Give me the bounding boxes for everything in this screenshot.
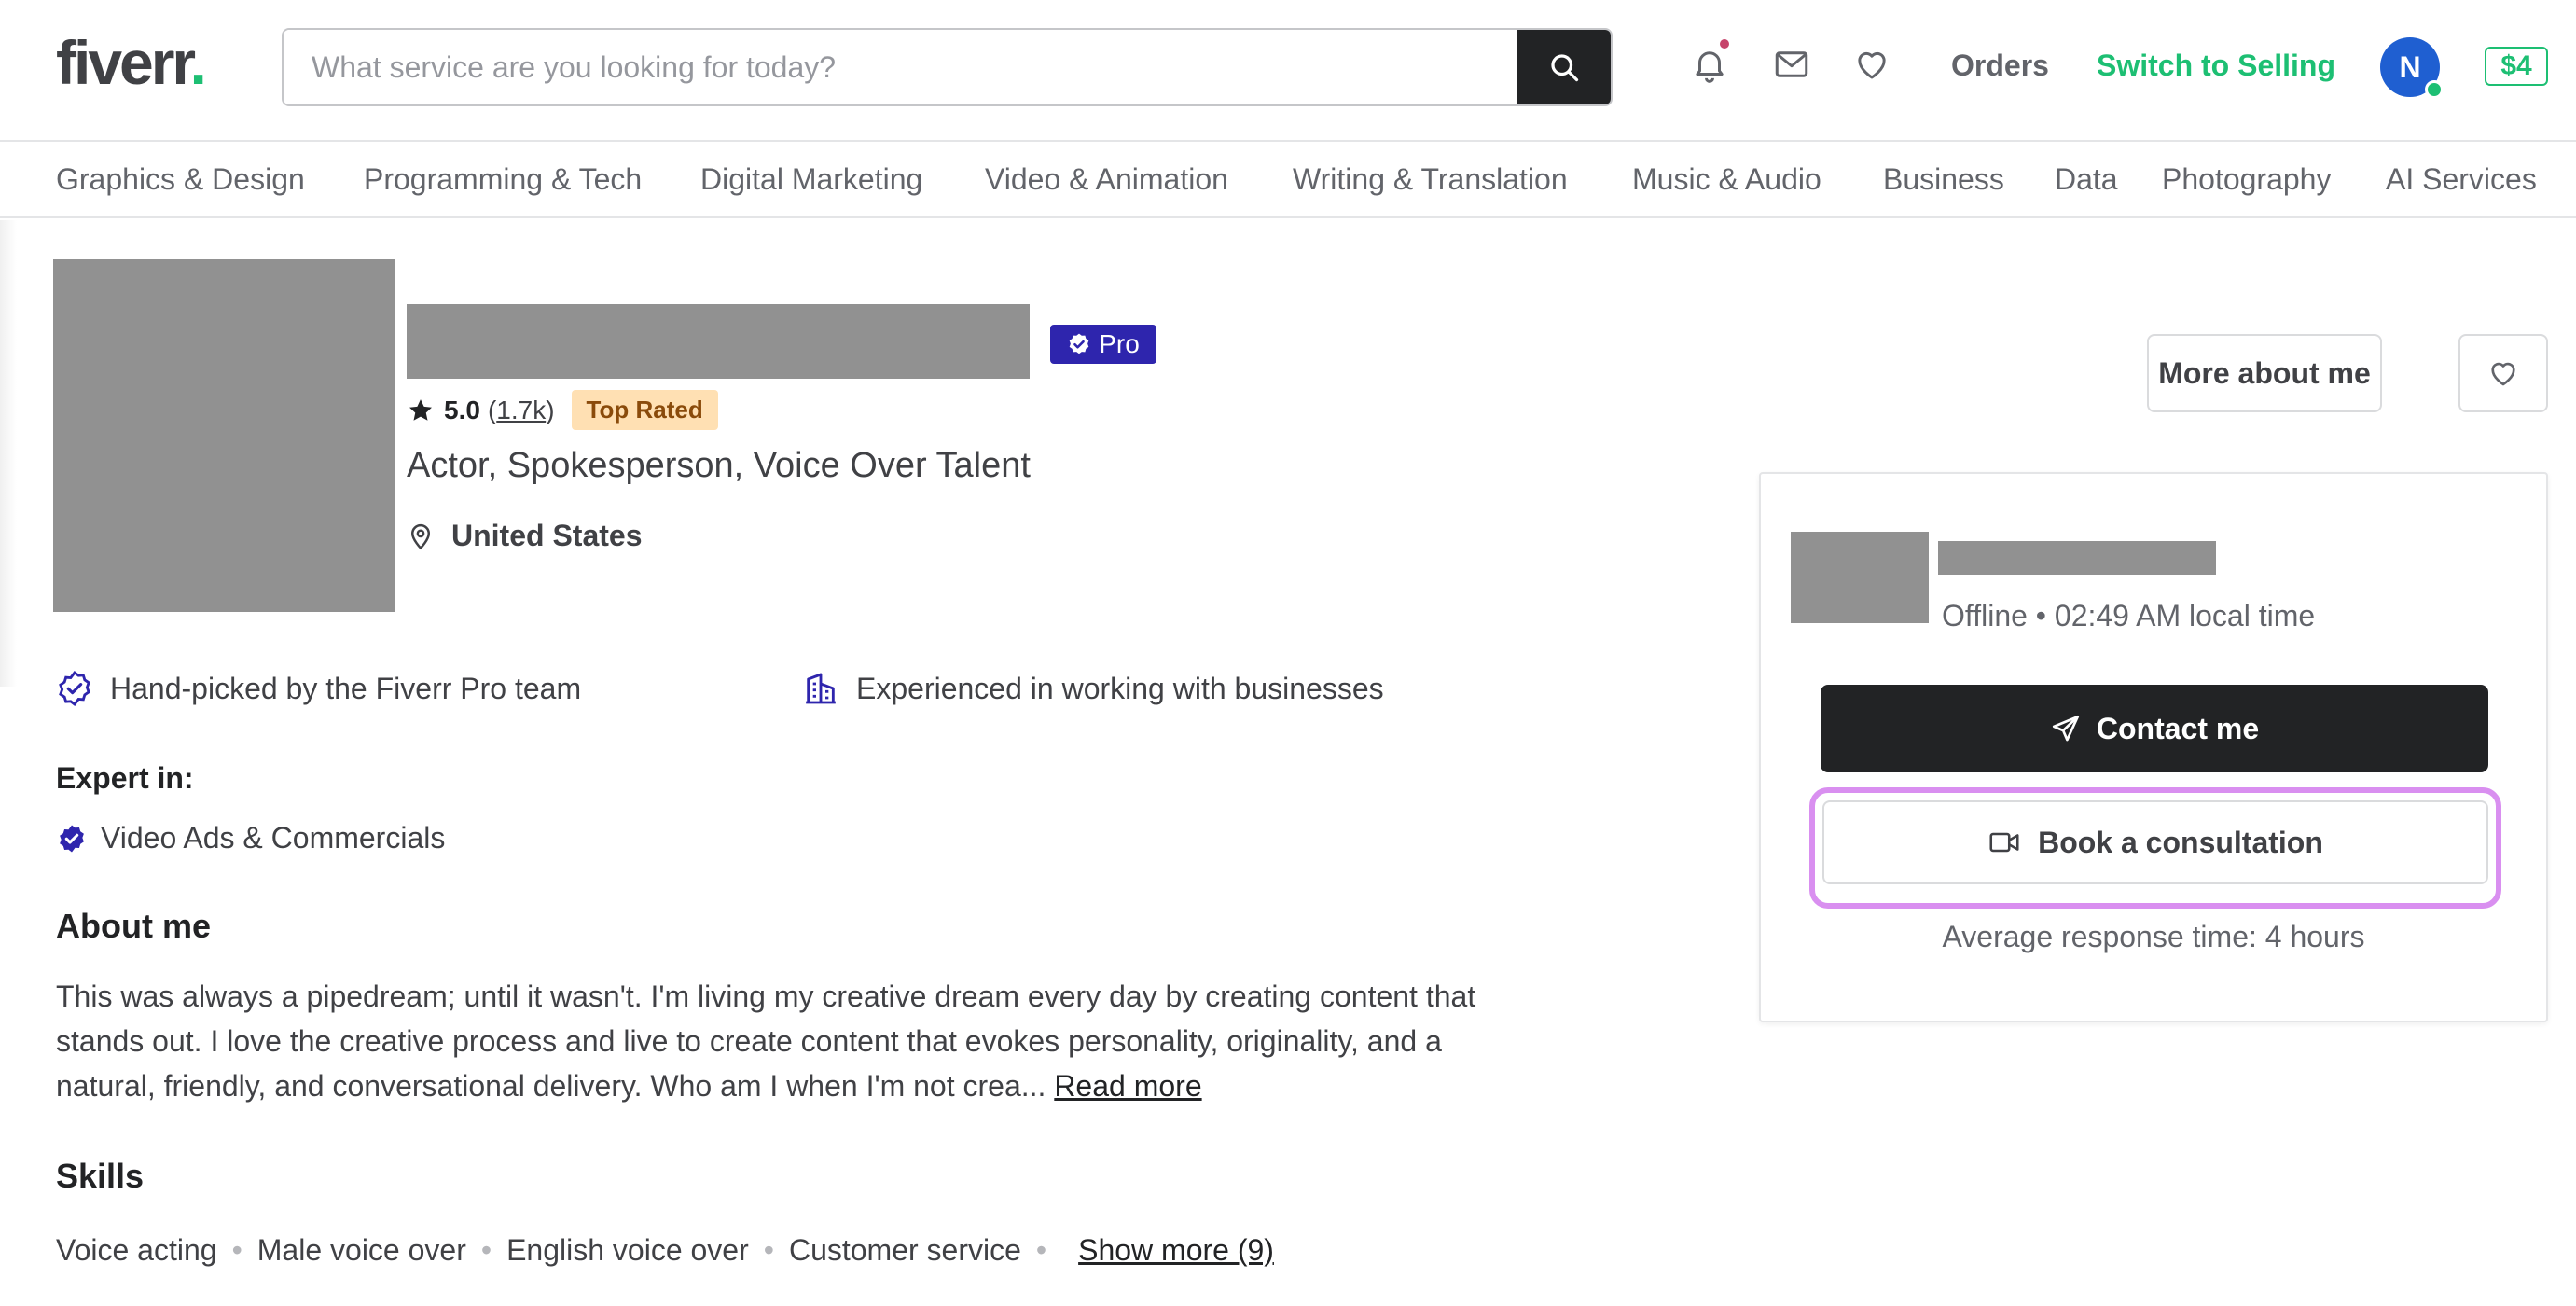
category-business[interactable]: Business [1883, 162, 2004, 197]
star-icon [409, 398, 432, 421]
skill-tag[interactable]: Voice acting [56, 1233, 217, 1268]
category-photography[interactable]: Photography [2162, 162, 2331, 197]
video-camera-icon [1989, 832, 2019, 853]
skills-title: Skills [56, 1157, 145, 1195]
envelope-icon [1775, 51, 1808, 77]
seller-location: United States [407, 519, 642, 553]
skill-tag[interactable]: Male voice over [257, 1233, 466, 1268]
verified-badge-icon [60, 825, 84, 852]
online-status-dot [2425, 80, 2444, 99]
verified-check-icon [1069, 333, 1089, 354]
top-header: fiverr. Orders Switch to Selling N $4 [0, 0, 2576, 142]
seller-tagline: Actor, Spokesperson, Voice Over Talent [407, 446, 1031, 485]
about-me-title: About me [56, 907, 211, 945]
skills-list: Voice acting • Male voice over • English v… [56, 1233, 1274, 1268]
seller-name-redacted [407, 304, 1030, 379]
messages-button[interactable] [1770, 43, 1813, 86]
favorites-button[interactable] [1850, 43, 1893, 86]
pro-verified-outline-icon [59, 671, 90, 706]
search-bar [282, 28, 1613, 106]
seller-name-redacted [1938, 541, 2216, 575]
category-graphics-design[interactable]: Graphics & Design [56, 162, 305, 197]
category-video-animation[interactable]: Video & Animation [985, 162, 1228, 197]
switch-to-selling-link[interactable]: Switch to Selling [2097, 49, 2335, 83]
feature-business-experience: Experienced in working with businesses [802, 670, 1384, 707]
rating-score: 5.0 [444, 395, 480, 424]
pro-badge[interactable]: Pro [1050, 325, 1156, 364]
reviews-count[interactable]: (1.7k) [488, 396, 555, 425]
page-edge-shadow [0, 220, 17, 687]
seller-avatar-redacted [1791, 532, 1929, 623]
category-data[interactable]: Data [2055, 162, 2118, 197]
heart-icon [2491, 362, 2515, 386]
notification-dot [1720, 39, 1729, 49]
average-response-time: Average response time: 4 hours [1942, 920, 2365, 953]
expert-in-item: Video Ads & Commercials [56, 821, 445, 855]
notifications-button[interactable] [1688, 39, 1731, 86]
fiverr-logo[interactable]: fiverr. [56, 32, 207, 93]
contact-card: Offline • 02:49 AM local time Contact me… [1759, 472, 2548, 1022]
category-writing-translation[interactable]: Writing & Translation [1293, 162, 1568, 197]
rating-row: 5.0 (1.7k) Top Rated [407, 390, 718, 430]
more-about-me-button[interactable]: More about me [2147, 334, 2382, 412]
skill-tag[interactable]: Customer service [789, 1233, 1021, 1268]
contact-me-button[interactable]: Contact me [1821, 685, 2488, 772]
category-programming-tech[interactable]: Programming & Tech [364, 162, 642, 197]
orders-link[interactable]: Orders [1951, 49, 2049, 83]
profile-photo-redacted [53, 259, 395, 612]
map-pin-icon [410, 523, 431, 549]
category-digital-marketing[interactable]: Digital Marketing [700, 162, 922, 197]
show-more-skills-link[interactable]: Show more (9) [1078, 1233, 1274, 1268]
search-button[interactable] [1517, 30, 1611, 104]
bell-icon [1696, 51, 1724, 83]
expert-in-title: Expert in: [56, 761, 194, 795]
category-ai-services[interactable]: AI Services [2386, 162, 2537, 197]
building-icon [806, 673, 836, 704]
category-music-audio[interactable]: Music & Audio [1632, 162, 1821, 197]
save-seller-button[interactable] [2458, 334, 2548, 412]
seller-status: Offline • 02:49 AM local time [1942, 599, 2316, 632]
search-input[interactable] [284, 30, 1517, 104]
feature-hand-picked: Hand-picked by the Fiverr Pro team [56, 670, 581, 707]
skill-tag[interactable]: English voice over [506, 1233, 749, 1268]
send-icon [2052, 715, 2079, 742]
user-avatar[interactable]: N [2380, 37, 2444, 99]
heart-icon [1858, 51, 1886, 79]
pro-label: Pro [1099, 329, 1140, 358]
book-consultation-button[interactable]: Book a consultation [1822, 800, 2488, 884]
top-rated-badge: Top Rated [571, 390, 718, 430]
balance-badge[interactable]: $4 [2485, 47, 2548, 86]
read-more-link[interactable]: Read more [1054, 1069, 1201, 1103]
about-me-text: This was always a pipedream; until it wa… [56, 980, 1476, 1103]
category-nav: Graphics & Design Programming & Tech Dig… [0, 144, 2576, 218]
search-icon [1551, 54, 1579, 82]
